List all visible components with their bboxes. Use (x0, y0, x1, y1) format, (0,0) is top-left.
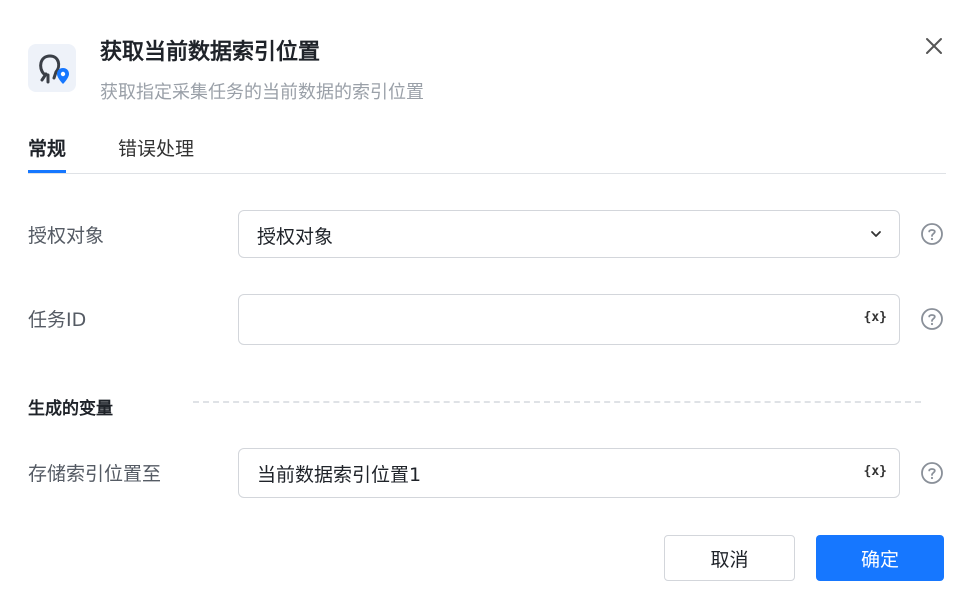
auth-object-help[interactable] (920, 222, 944, 246)
tab-bar: 常规 错误处理 (28, 128, 946, 174)
tab-general[interactable]: 常规 (28, 134, 67, 173)
close-button[interactable] (922, 34, 946, 58)
close-icon (926, 38, 942, 54)
task-id-label: 任务ID (28, 309, 87, 331)
task-id-help[interactable] (920, 307, 944, 331)
help-icon (921, 462, 943, 484)
app-icon (28, 44, 76, 92)
location-pin-app-icon (39, 54, 69, 84)
chevron-down-icon (871, 231, 881, 237)
variable-insert-button[interactable]: {x} (864, 464, 887, 479)
dialog-title: 获取当前数据索引位置 (100, 40, 321, 65)
section-divider (193, 401, 921, 403)
task-id-input[interactable]: {x} (238, 294, 900, 345)
auth-object-value: 授权对象 (257, 226, 334, 248)
auth-object-label: 授权对象 (28, 225, 105, 247)
generated-variables-heading: 生成的变量 (28, 399, 113, 419)
store-index-label: 存储索引位置至 (28, 463, 162, 485)
help-icon (921, 223, 943, 245)
confirm-button[interactable]: 确定 (816, 535, 944, 581)
variable-insert-button[interactable]: {x} (864, 310, 887, 325)
store-index-input[interactable]: 当前数据索引位置1 {x} (238, 448, 900, 498)
store-index-help[interactable] (920, 461, 944, 485)
help-icon (921, 308, 943, 330)
tab-error-handling[interactable]: 错误处理 (118, 134, 194, 161)
store-index-value: 当前数据索引位置1 (257, 464, 422, 486)
dialog-subtitle: 获取指定采集任务的当前数据的索引位置 (100, 82, 424, 103)
auth-object-select[interactable]: 授权对象 (238, 210, 900, 258)
cancel-button[interactable]: 取消 (664, 535, 795, 581)
